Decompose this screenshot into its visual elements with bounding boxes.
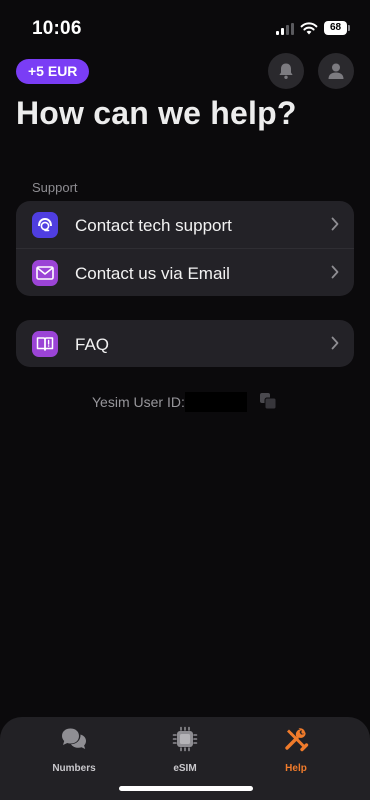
tab-numbers[interactable]: Numbers [34,725,114,774]
support-section-label: Support [32,180,78,195]
user-id-row: Yesim User ID: [92,392,292,412]
balance-badge[interactable]: +5 EUR [16,59,90,84]
profile-button[interactable] [318,53,354,89]
status-bar: 10:06 68 [0,0,370,54]
chevron-right-icon [331,336,339,350]
tab-help-label: Help [285,763,307,774]
help-screen: 10:06 68 +5 EUR How can we help? Support… [0,0,370,800]
notifications-button[interactable] [268,53,304,89]
contact-tech-support-label: Contact tech support [75,216,232,235]
person-icon [328,63,344,79]
wifi-icon [300,22,318,35]
support-card: Contact tech support Contact us via Emai… [16,201,354,296]
user-id-label: Yesim User ID: [92,394,185,410]
battery-level: 68 [324,21,347,35]
contact-email-label: Contact us via Email [75,264,230,283]
home-indicator[interactable] [119,786,253,791]
book-icon [32,331,58,357]
faq-label: FAQ [75,335,110,354]
faq-card: FAQ [16,320,354,367]
tab-help[interactable]: Help [256,725,336,774]
envelope-icon [32,260,58,286]
tab-esim-label: eSIM [173,763,197,774]
tab-esim[interactable]: eSIM [145,725,225,774]
user-id-value [185,392,247,412]
status-time: 10:06 [32,18,82,39]
page-title: How can we help? [16,95,297,131]
chevron-right-icon [331,217,339,231]
tab-numbers-label: Numbers [52,763,96,774]
chat-bubbles-icon [62,728,86,749]
faq-row[interactable]: FAQ [16,320,354,367]
headset-icon [32,212,58,238]
contact-email-row[interactable]: Contact us via Email [16,248,354,295]
bell-icon [279,63,293,79]
cellular-signal-icon [276,23,294,35]
contact-tech-support-row[interactable]: Contact tech support [16,201,354,248]
battery-icon: 68 [324,21,350,35]
copy-icon[interactable] [259,392,277,410]
chevron-right-icon [331,265,339,279]
sim-chip-icon [172,726,198,752]
tools-icon [285,728,309,752]
